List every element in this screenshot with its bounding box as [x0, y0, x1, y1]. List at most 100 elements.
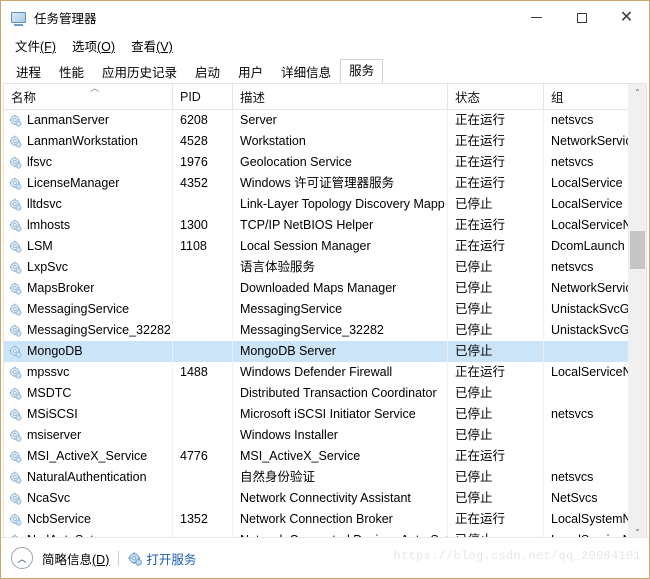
cell-pid: 1352 [172, 509, 232, 530]
table-row[interactable]: NcbService 1352 Network Connection Broker 正… [4, 509, 628, 530]
table-row[interactable]: NcdAutoSetup Network Connected Devices Au… [4, 530, 628, 537]
table-row[interactable]: MSI_ActiveX_Service 4776 MSI_ActiveX_Servi… [4, 446, 628, 467]
table-row[interactable]: LanmanWorkstation 4528 Workstation 正在运行 Netw… [4, 131, 628, 152]
cell-group: netsvcs [543, 257, 628, 278]
table-row[interactable]: LanmanServer 6208 Server 正在运行 netsvcs [4, 110, 628, 131]
column-header-name[interactable]: 名称 ︿ [4, 84, 172, 109]
table-row[interactable]: MSDTC Distributed Transaction Coordinator… [4, 383, 628, 404]
scrollbar-thumb[interactable] [630, 231, 645, 269]
cell-group: netsvcs [543, 467, 628, 488]
service-name-label: msiserver [27, 428, 82, 442]
cell-description: Microsoft iSCSI Initiator Service [232, 404, 447, 425]
table-row[interactable]: LxpSvc 语言体验服务 已停止 netsvcs [4, 257, 628, 278]
menu-item-options-text: 选项 [71, 40, 97, 54]
service-name-label: NcbService [27, 512, 91, 526]
column-header-pid[interactable]: PID [172, 84, 232, 109]
tab-processes[interactable]: 进程 [7, 62, 51, 83]
cell-group: NetSvcs [543, 488, 628, 509]
table-row[interactable]: MSiSCSI Microsoft iSCSI Initiator Service… [4, 404, 628, 425]
column-header-status[interactable]: 状态 [447, 84, 543, 109]
table-row[interactable]: LicenseManager 4352 Windows 许可证管理器服务 正在运行 Lo… [4, 173, 628, 194]
cell-description: TCP/IP NetBIOS Helper [232, 215, 447, 236]
table-row[interactable]: msiserver Windows Installer 已停止 [4, 425, 628, 446]
cell-description: MessagingService_32282 [232, 320, 447, 341]
collapse-chevron-icon[interactable]: ︿ [11, 547, 33, 569]
tab-details[interactable]: 详细信息 [272, 62, 341, 83]
service-gear-icon [9, 240, 22, 253]
fewer-details-button[interactable]: 简略信息(D) [42, 549, 109, 568]
cell-group: LocalService [543, 194, 628, 215]
table-row[interactable]: LSM 1108 Local Session Manager 正在运行 DcomLaun… [4, 236, 628, 257]
cell-status: 正在运行 [447, 215, 543, 236]
cell-pid: 4528 [172, 131, 232, 152]
cell-status: 正在运行 [447, 131, 543, 152]
cell-name: MSI_ActiveX_Service [4, 446, 172, 467]
cell-pid [172, 194, 232, 215]
cell-status: 已停止 [447, 404, 543, 425]
status-bar: ︿ 简略信息(D) 打开服务 https://blog.csdn.net/qq_… [1, 537, 649, 578]
service-gear-icon [9, 324, 22, 337]
cell-name: LSM [4, 236, 172, 257]
cell-pid [172, 530, 232, 537]
tab-services[interactable]: 服务 [340, 59, 384, 83]
cell-name: NcdAutoSetup [4, 530, 172, 537]
cell-pid: 1108 [172, 236, 232, 257]
scroll-down-button[interactable]: ⌄ [629, 520, 646, 537]
menu-item-file[interactable]: 文件(F) [8, 34, 63, 57]
column-header-group[interactable]: 组 [543, 84, 628, 109]
cell-name: mpssvc [4, 362, 172, 383]
table-row[interactable]: lltdsvc Link-Layer Topology Discovery Map… [4, 194, 628, 215]
minimize-button[interactable] [514, 1, 559, 34]
open-services-label: 打开服务 [146, 552, 197, 567]
service-gear-icon [9, 135, 22, 148]
menu-item-view[interactable]: 查看(V) [124, 34, 180, 57]
open-services-link[interactable]: 打开服务 [128, 549, 196, 568]
column-header-description[interactable]: 描述 [232, 84, 447, 109]
scroll-up-button[interactable]: ⌃ [629, 84, 646, 101]
cell-pid [172, 383, 232, 404]
column-header-name-label: 名称 [11, 91, 37, 105]
cell-description: 自然身份验证 [232, 467, 447, 488]
table-row[interactable]: MongoDB MongoDB Server 已停止 [4, 341, 628, 362]
cell-group: NetworkService [543, 131, 628, 152]
tab-app-history[interactable]: 应用历史记录 [93, 62, 187, 83]
scrollbar-track[interactable] [629, 101, 646, 520]
cell-name: lfsvc [4, 152, 172, 173]
menu-item-options[interactable]: 选项(O) [65, 34, 122, 57]
service-name-label: LanmanWorkstation [27, 134, 138, 148]
tab-startup[interactable]: 启动 [186, 62, 230, 83]
cell-group: LocalService [543, 173, 628, 194]
table-row[interactable]: lmhosts 1300 TCP/IP NetBIOS Helper 正在运行 Loca… [4, 215, 628, 236]
cell-status: 正在运行 [447, 509, 543, 530]
maximize-icon [576, 12, 587, 23]
cell-pid [172, 467, 232, 488]
table-row[interactable]: NaturalAuthentication 自然身份验证 已停止 netsvcs [4, 467, 628, 488]
service-gear-icon [9, 429, 22, 442]
vertical-scrollbar[interactable]: ⌃ ⌄ [628, 84, 646, 537]
table-row[interactable]: NcaSvc Network Connectivity Assistant 已停止 N… [4, 488, 628, 509]
service-name-label: LSM [27, 239, 53, 253]
fewer-details-label: 简略信息 [42, 552, 93, 567]
cell-pid [172, 425, 232, 446]
cell-group: LocalServiceN... [543, 215, 628, 236]
table-row[interactable]: lfsvc 1976 Geolocation Service 正在运行 netsvcs [4, 152, 628, 173]
title-bar: 任务管理器 ✕ [1, 1, 649, 34]
close-icon: ✕ [619, 8, 634, 26]
cell-description: MSI_ActiveX_Service [232, 446, 447, 467]
table-row[interactable]: mpssvc 1488 Windows Defender Firewall 正在运行 L… [4, 362, 628, 383]
table-row[interactable]: MessagingService MessagingService 已停止 Unist… [4, 299, 628, 320]
cell-pid: 1488 [172, 362, 232, 383]
tab-performance[interactable]: 性能 [50, 62, 94, 83]
service-name-label: NcaSvc [27, 491, 71, 505]
cell-description: Network Connected Devices Auto-Set [232, 530, 447, 537]
maximize-button[interactable] [559, 1, 604, 34]
cell-status: 正在运行 [447, 110, 543, 131]
tab-users[interactable]: 用户 [229, 62, 273, 83]
table-row[interactable]: MapsBroker Downloaded Maps Manager 已停止 Netw… [4, 278, 628, 299]
service-name-label: MSI_ActiveX_Service [27, 449, 148, 463]
close-button[interactable]: ✕ [604, 1, 649, 34]
table-body: LanmanServer 6208 Server 正在运行 netsvcs LanmanW… [4, 110, 628, 537]
service-name-label: MongoDB [27, 344, 83, 358]
services-list-body: 名称 ︿ PID 描述 状态 组 LanmanServer 6208 Server 正… [4, 84, 628, 537]
table-row[interactable]: MessagingService_32282 MessagingService_3… [4, 320, 628, 341]
